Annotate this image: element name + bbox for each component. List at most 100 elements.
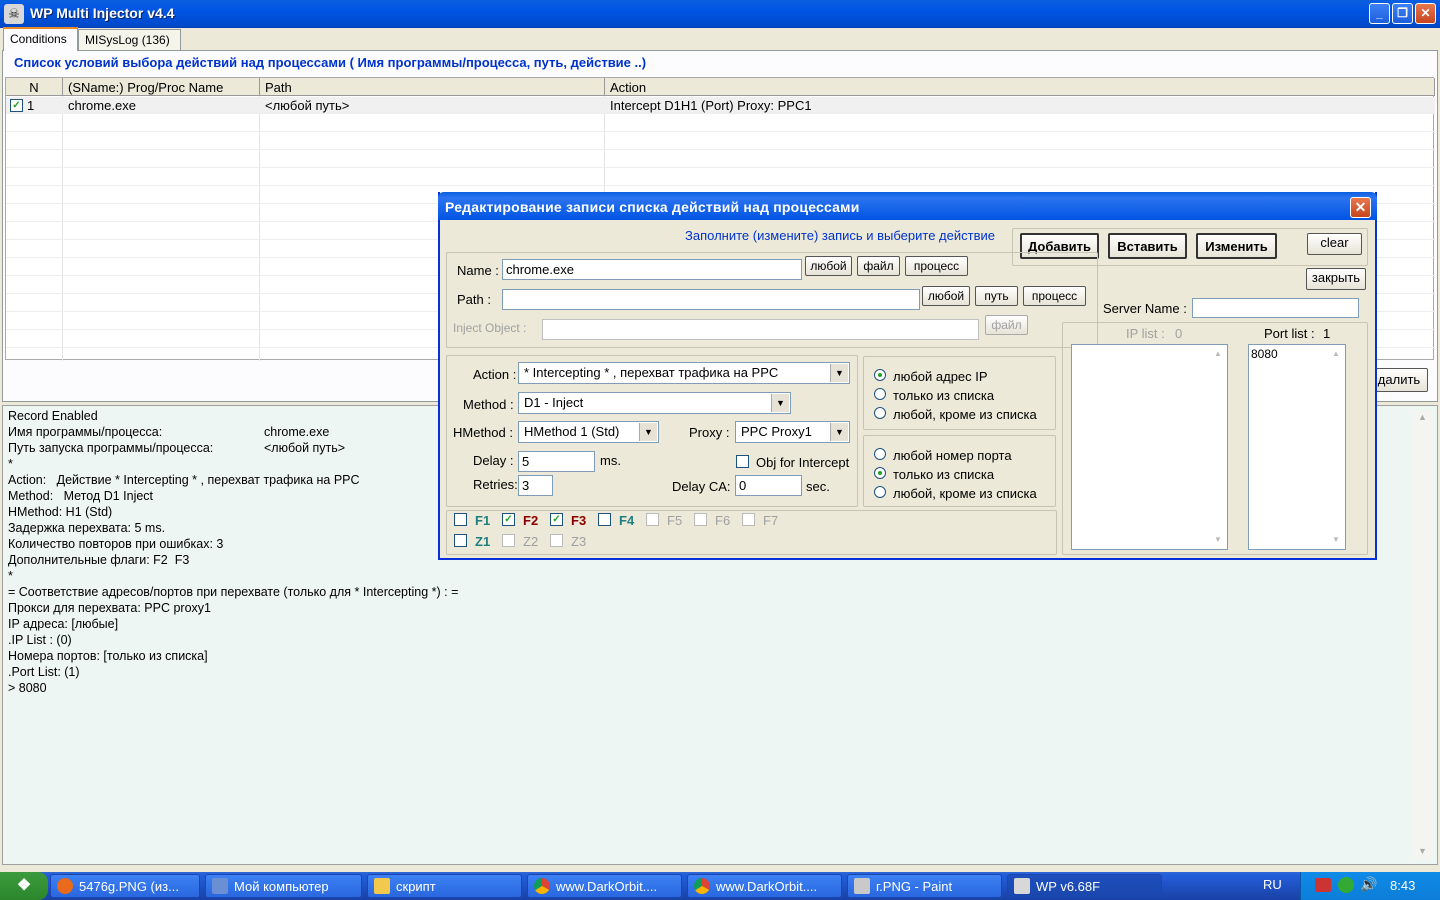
skull-icon (1014, 878, 1030, 894)
close-button[interactable]: ✕ (1415, 3, 1436, 24)
flag-f1-checkbox[interactable] (454, 513, 467, 526)
port-list-count: 1 (1323, 326, 1331, 341)
scroll-down-icon[interactable]: ▼ (1214, 535, 1222, 544)
log-line: Action: Действие * Intercepting * , пере… (8, 473, 360, 487)
tray-app-icon[interactable] (1315, 878, 1331, 892)
delay-field[interactable]: 5 (518, 451, 595, 472)
tray-status-icon[interactable] (1338, 877, 1354, 893)
proxy-select-value: PPC Proxy1 (741, 424, 812, 439)
taskbar-item[interactable]: www.DarkOrbit.... (687, 874, 842, 898)
scroll-up-icon[interactable]: ▲ (1332, 349, 1340, 358)
hmethod-select-value: HMethod 1 (Std) (524, 424, 620, 439)
obj-intercept-label: Obj for Intercept (756, 455, 850, 470)
port-list-radio[interactable] (874, 467, 886, 479)
any-name-button[interactable]: любой (805, 256, 852, 276)
column-header-n[interactable]: N (6, 78, 63, 96)
taskbar-item[interactable]: г.PNG - Paint (847, 874, 1002, 898)
paint-icon (854, 878, 870, 894)
proxy-select[interactable]: PPC Proxy1 ▼ (735, 421, 850, 443)
flag-f2-label: F2 (523, 513, 539, 528)
log-scrollbar[interactable]: ▲ ▼ (1414, 410, 1434, 860)
obj-intercept-checkbox[interactable] (736, 455, 749, 468)
log-line: Задержка перехвата: 5 ms. (8, 521, 166, 535)
process-name-button[interactable]: процесс (905, 256, 968, 276)
chevron-down-icon: ▼ (830, 364, 848, 382)
delay-ca-unit: sec. (806, 479, 830, 494)
taskbar-item[interactable]: 5476g.PNG (из... (50, 874, 200, 898)
language-indicator[interactable]: RU (1263, 877, 1282, 892)
row-name: chrome.exe (68, 98, 136, 113)
port-any-label: любой номер порта (893, 448, 1012, 463)
column-header-action[interactable]: Action (605, 78, 1435, 96)
inject-object-field (542, 319, 979, 340)
server-name-field[interactable] (1192, 298, 1359, 318)
name-field[interactable]: chrome.exe (502, 259, 802, 280)
ip-any-label: любой адрес IP (893, 369, 988, 384)
column-header-path[interactable]: Path (260, 78, 605, 96)
log-line: Номера портов: [только из списка] (8, 649, 208, 663)
hmethod-select[interactable]: HMethod 1 (Std) ▼ (518, 421, 659, 443)
process-path-button[interactable]: процесс (1023, 286, 1086, 306)
tab-conditions[interactable]: Conditions (3, 27, 78, 51)
retries-label: Retries: (473, 477, 518, 492)
taskbar-item[interactable]: www.DarkOrbit.... (527, 874, 682, 898)
action-select[interactable]: * Intercepting * , перехват трафика на P… (518, 362, 850, 384)
flag-f2-checkbox[interactable]: ✓ (502, 513, 515, 526)
clock[interactable]: 8:43 (1390, 878, 1415, 893)
action-label: Action : (473, 367, 517, 382)
action-select-value: * Intercepting * , перехват трафика на P… (524, 365, 779, 380)
scroll-up-icon[interactable]: ▲ (1418, 412, 1427, 422)
delay-ca-field[interactable]: 0 (735, 475, 802, 496)
inject-object-label: Inject Object : (453, 321, 527, 335)
start-button[interactable]: ❖ (0, 872, 48, 900)
method-select[interactable]: D1 - Inject ▼ (518, 392, 791, 414)
delete-button[interactable]: далить (1370, 368, 1428, 392)
flag-f4-checkbox[interactable] (598, 513, 611, 526)
log-line: * (8, 457, 13, 471)
flag-z1-checkbox[interactable] (454, 534, 467, 547)
port-any-radio[interactable] (874, 448, 886, 460)
taskbar-item[interactable]: скрипт (367, 874, 522, 898)
taskbar-item-active[interactable]: WP v6.68F (1007, 874, 1162, 898)
volume-icon[interactable]: 🔊 (1360, 876, 1377, 893)
flag-z3-label: Z3 (571, 534, 587, 549)
file-name-button[interactable]: файл (857, 256, 900, 276)
taskbar-item[interactable]: Мой компьютер (205, 874, 362, 898)
retries-field[interactable]: 3 (518, 475, 553, 496)
close-dialog-button[interactable]: закрыть (1306, 268, 1366, 290)
path-button[interactable]: путь (975, 286, 1018, 306)
name-label: Name : (457, 263, 499, 278)
change-button[interactable]: Изменить (1196, 233, 1277, 259)
chrome-icon (534, 878, 550, 894)
table-row[interactable]: ✓ 1 chrome.exe <любой путь> Intercept D1… (6, 97, 1435, 114)
scroll-down-icon[interactable]: ▼ (1332, 535, 1340, 544)
delay-label: Delay : (473, 453, 514, 468)
port-except-radio[interactable] (874, 486, 886, 498)
scroll-up-icon[interactable]: ▲ (1214, 349, 1222, 358)
log-line: .Port List: (1) (8, 665, 80, 679)
minimize-button[interactable]: _ (1369, 3, 1390, 24)
flag-z2-label: Z2 (523, 534, 539, 549)
log-line: Прокси для перехвата: PPC proxy1 (8, 601, 211, 615)
scroll-down-icon[interactable]: ▼ (1418, 846, 1427, 856)
ip-except-radio[interactable] (874, 407, 886, 419)
insert-button[interactable]: Вставить (1108, 233, 1187, 259)
path-field[interactable] (502, 289, 920, 310)
ip-list-box[interactable]: ▲ ▼ (1071, 344, 1228, 550)
clear-button[interactable]: clear (1307, 233, 1362, 255)
flag-f3-checkbox[interactable]: ✓ (550, 513, 563, 526)
tab-misyslog[interactable]: MISysLog (136) (78, 29, 181, 51)
port-list-box[interactable]: 8080 ▲ ▼ (1248, 344, 1346, 550)
column-header-name[interactable]: (SName:) Prog/Proc Name (63, 78, 260, 96)
ip-any-radio[interactable] (874, 369, 886, 381)
any-path-button[interactable]: любой (922, 286, 970, 306)
firefox-icon (57, 878, 73, 894)
dialog-close-button[interactable]: ✕ (1350, 197, 1371, 218)
row-enabled-checkbox[interactable]: ✓ (10, 99, 23, 112)
chevron-down-icon: ▼ (830, 423, 848, 441)
ip-list-radio[interactable] (874, 388, 886, 400)
list-item[interactable]: 8080 (1251, 347, 1278, 361)
flag-f6-label: F6 (715, 513, 731, 528)
row-path: <любой путь> (265, 98, 350, 113)
maximize-button[interactable]: ❐ (1392, 3, 1413, 24)
